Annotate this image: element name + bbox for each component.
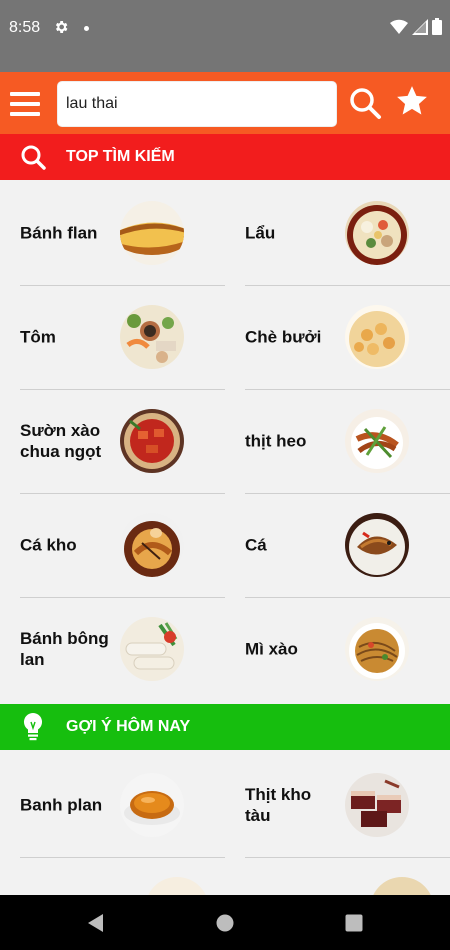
sweet-sour-ribs-photo xyxy=(120,409,184,473)
food-item-name: Bánh bông lan xyxy=(20,629,109,669)
caramel-flan-photo xyxy=(120,773,184,837)
search-icon xyxy=(21,145,46,170)
food-item[interactable]: Lẩu xyxy=(225,181,430,285)
spring-rolls-photo xyxy=(120,617,184,681)
row-divider xyxy=(245,857,450,858)
food-item-name: Cá kho xyxy=(20,535,77,555)
food-item[interactable]: Banh plan xyxy=(0,753,205,857)
search-field xyxy=(57,81,337,127)
suggest-today-header: GỢI Ý HÔM NAY xyxy=(0,704,450,750)
food-item-name: thịt heo xyxy=(245,431,307,451)
food-item-name: Sườn xào chua ngọt xyxy=(20,421,102,461)
section-title: GỢI Ý HÔM NAY xyxy=(66,718,191,735)
food-item-name: Bánh flan xyxy=(20,223,98,243)
settings-gear-icon xyxy=(55,21,68,33)
flan-photo xyxy=(120,201,184,265)
recents-icon[interactable] xyxy=(342,911,366,935)
navigation-bar xyxy=(0,895,450,950)
braised-fish-photo xyxy=(120,513,184,577)
shrimp-platter-photo xyxy=(120,305,184,369)
food-item[interactable]: Tôm xyxy=(0,285,205,389)
food-item[interactable]: Thịt kho tàu xyxy=(225,753,430,857)
braised-pork-photo xyxy=(345,773,409,837)
back-icon[interactable] xyxy=(84,911,108,935)
status-time: 8:58 xyxy=(9,19,41,36)
food-item[interactable]: Sườn xào chua ngọt xyxy=(0,389,205,493)
food-item-name: Lẩu xyxy=(245,223,276,243)
food-item[interactable]: thịt heo xyxy=(225,389,430,493)
fried-noodles-photo xyxy=(345,617,409,681)
battery-icon xyxy=(432,18,442,35)
food-item-name: Chè bưởi xyxy=(245,327,322,347)
home-icon[interactable] xyxy=(213,911,237,935)
app-bar xyxy=(0,72,450,136)
food-item[interactable]: Bánh bông lan xyxy=(0,597,205,701)
search-input[interactable] xyxy=(58,82,336,126)
row-divider xyxy=(20,857,225,858)
wifi-icon xyxy=(390,19,408,34)
sweet-soup-photo xyxy=(345,305,409,369)
menu-button[interactable] xyxy=(10,90,40,118)
food-item-name: Tôm xyxy=(20,327,56,347)
food-item-name: Mì xào xyxy=(245,639,298,659)
top-search-header: TOP TÌM KIẾM xyxy=(0,134,450,180)
pork-stirfry-photo xyxy=(345,409,409,473)
notification-dot-icon xyxy=(84,26,89,31)
status-icons xyxy=(390,18,442,35)
food-item-name: Cá xyxy=(245,535,267,555)
food-item[interactable]: Bánh flan xyxy=(0,181,205,285)
favorite-star-icon[interactable] xyxy=(395,84,429,118)
food-item-name: Thịt kho tàu xyxy=(245,785,312,825)
food-item[interactable]: Cá xyxy=(225,493,430,597)
menu-icon xyxy=(10,92,40,96)
food-item-name: Banh plan xyxy=(20,795,103,815)
food-item[interactable]: Mì xào xyxy=(225,597,430,701)
hotpot-photo xyxy=(345,201,409,265)
status-bar: 8:58 xyxy=(0,0,450,72)
food-item[interactable]: Chè bưởi xyxy=(225,285,430,389)
section-title: TOP TÌM KIẾM xyxy=(66,148,175,165)
fried-fish-photo xyxy=(345,513,409,577)
signal-icon xyxy=(412,18,428,35)
food-item[interactable]: Cá kho xyxy=(0,493,205,597)
lightbulb-icon xyxy=(23,712,43,741)
search-icon[interactable] xyxy=(348,86,382,120)
